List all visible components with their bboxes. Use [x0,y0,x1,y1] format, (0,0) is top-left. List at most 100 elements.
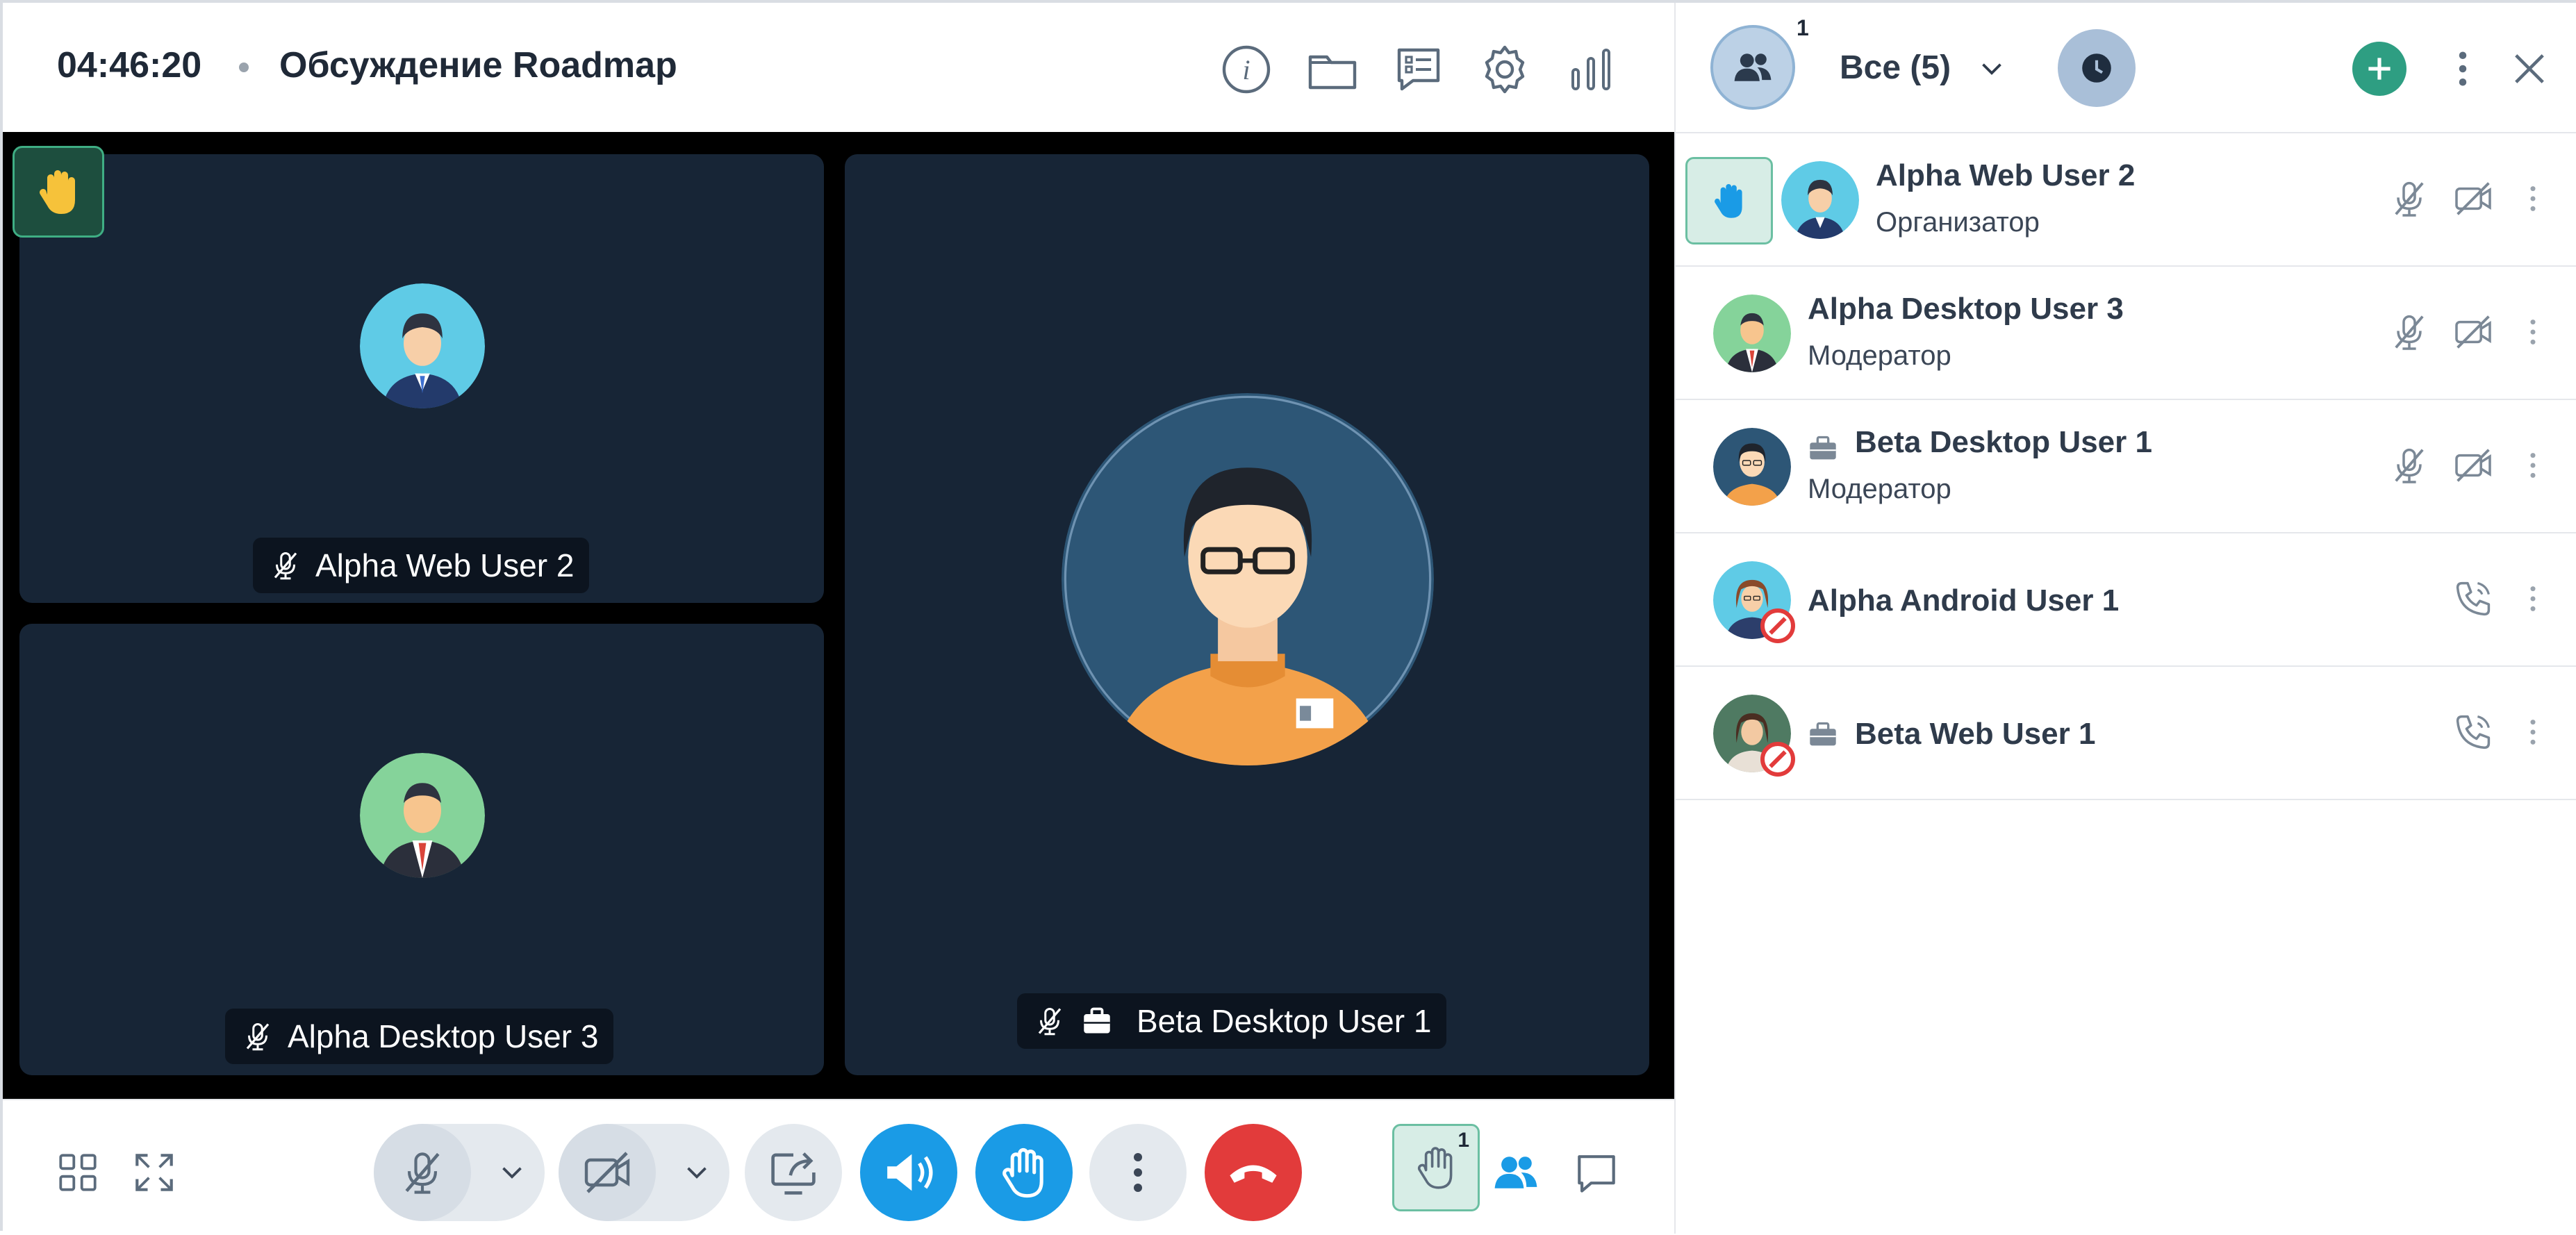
video-tile[interactable]: Alpha Web User 2 [19,154,824,603]
chevron-down-icon[interactable] [679,1155,714,1190]
chat-icon[interactable] [1570,1146,1623,1199]
poll-icon[interactable] [1391,42,1446,97]
chevron-down-icon[interactable] [495,1155,529,1190]
grid-layout-icon[interactable] [51,1146,104,1199]
mic-toggle-button[interactable] [374,1124,471,1221]
microphone-control[interactable] [374,1124,545,1221]
mic-off-icon[interactable] [2387,443,2431,488]
avatar [1781,161,1859,239]
more-vertical-icon[interactable] [2511,443,2555,488]
more-vertical-icon[interactable] [2438,44,2487,93]
participant-name: Beta Desktop User 1 [1855,425,2152,459]
camera-off-icon[interactable] [2451,310,2495,354]
camera-control[interactable] [559,1124,729,1221]
briefcase-icon [1810,436,1836,460]
raise-hand-button[interactable] [975,1124,1073,1221]
raised-hand-chip[interactable] [1685,157,1773,244]
meeting-title: Обсуждение Roadmap [279,45,677,85]
fullscreen-icon[interactable] [128,1146,181,1199]
more-options-button[interactable] [1089,1124,1187,1221]
avatar [360,283,485,408]
list-item[interactable]: Alpha Web User 2 Организатор [1676,133,2576,267]
declined-status-icon [1760,608,1795,643]
tile-name-label: Alpha Web User 2 [253,538,590,593]
participants-tab-button[interactable] [1710,25,1795,110]
participants-icon[interactable] [1489,1146,1542,1199]
mic-off-icon [274,552,297,580]
raised-hand-indicator[interactable] [13,146,104,238]
stats-icon[interactable] [1563,42,1619,97]
mic-off-icon [246,1023,270,1051]
phone-call-icon[interactable] [2451,577,2495,621]
call-header: 04:46:20 Обсуждение Roadmap i [3,3,1674,133]
clock-icon [2082,53,2111,83]
tile-name-label: Beta Desktop User 1 [1017,993,1447,1049]
tile-name: Beta Desktop User 1 [1137,1003,1432,1039]
more-vertical-icon[interactable] [2511,577,2555,621]
participants-icon [1734,53,1772,81]
camera-off-icon[interactable] [2451,443,2495,488]
phone-call-icon[interactable] [2451,710,2495,754]
folder-icon[interactable] [1305,42,1360,97]
raise-hand-icon [1002,1148,1043,1198]
chevron-down-icon[interactable] [1974,51,2009,86]
video-tile[interactable]: Alpha Desktop User 3 [19,624,824,1075]
participants-badge: 1 [1797,15,1809,40]
hand-icon [40,170,75,214]
declined-status-icon [1760,742,1795,777]
camera-off-icon [584,1152,630,1193]
participants-list: Alpha Web User 2 Организатор Alpha Deskt… [1676,133,2576,800]
camera-toggle-button[interactable] [559,1124,656,1221]
plus-icon [2368,58,2391,80]
list-item[interactable]: Alpha Android User 1 [1676,533,2576,667]
mic-off-icon[interactable] [2387,310,2431,354]
list-item[interactable]: Beta Web User 1 [1676,667,2576,800]
waiting-room-button[interactable] [2058,29,2136,107]
hang-up-button[interactable] [1205,1124,1302,1221]
participants-filter[interactable]: Все (5) [1840,49,1951,87]
participant-name: Alpha Web User 2 [1876,158,2136,192]
mic-off-icon [1038,1008,1062,1036]
separator-dot [239,63,249,72]
call-area: 04:46:20 Обсуждение Roadmap i Alpha Web … [3,3,1674,1235]
hand-queue-button[interactable]: 1 [1392,1124,1480,1211]
list-item[interactable]: Alpha Desktop User 3 Модератор [1676,267,2576,400]
mic-off-icon [405,1152,440,1194]
participants-header: 1 Все (5) [1676,3,2576,133]
participant-name: Beta Web User 1 [1855,717,2096,751]
more-vertical-icon[interactable] [2511,710,2555,754]
video-stage: Alpha Web User 2 Alpha Desktop User 3 Be… [3,132,1674,1099]
info-icon[interactable]: i [1219,42,1274,97]
more-vertical-icon[interactable] [2511,310,2555,354]
list-item[interactable]: Beta Desktop User 1 Модератор [1676,400,2576,533]
share-screen-button[interactable] [745,1124,842,1221]
conference-window: 04:46:20 Обсуждение Roadmap i Alpha Web … [0,0,2576,1235]
hand-queue-count: 1 [1458,1129,1469,1152]
call-timer: 04:46:20 [57,45,202,85]
speaker-button[interactable] [860,1124,957,1221]
briefcase-icon [1084,1007,1110,1034]
more-vertical-icon[interactable] [2511,176,2555,221]
tile-name: Alpha Desktop User 3 [288,1018,599,1054]
add-participant-button[interactable] [2352,42,2406,96]
avatar [1713,295,1791,372]
share-screen-icon [771,1152,816,1195]
hand-icon [1715,183,1742,218]
settings-icon[interactable] [1477,42,1533,97]
tile-name: Alpha Web User 2 [315,547,575,583]
participant-role: Модератор [1808,340,1951,371]
participant-role: Модератор [1808,474,1951,504]
avatar [1062,393,1434,765]
participants-panel: 1 Все (5) Alpha Web User 2 Организатор A… [1674,3,2576,1234]
mic-off-icon[interactable] [2387,176,2431,221]
tile-name-label: Alpha Desktop User 3 [225,1009,614,1064]
svg-text:i: i [1242,54,1250,85]
avatar [1713,428,1791,506]
video-tile-active-speaker[interactable]: Beta Desktop User 1 [845,154,1649,1075]
hand-queue-icon [1417,1147,1453,1189]
close-icon[interactable] [2505,44,2554,93]
hang-up-icon [1230,1165,1277,1183]
participant-role: Организатор [1876,207,2040,238]
more-icon [1134,1153,1142,1192]
camera-off-icon[interactable] [2451,176,2495,221]
